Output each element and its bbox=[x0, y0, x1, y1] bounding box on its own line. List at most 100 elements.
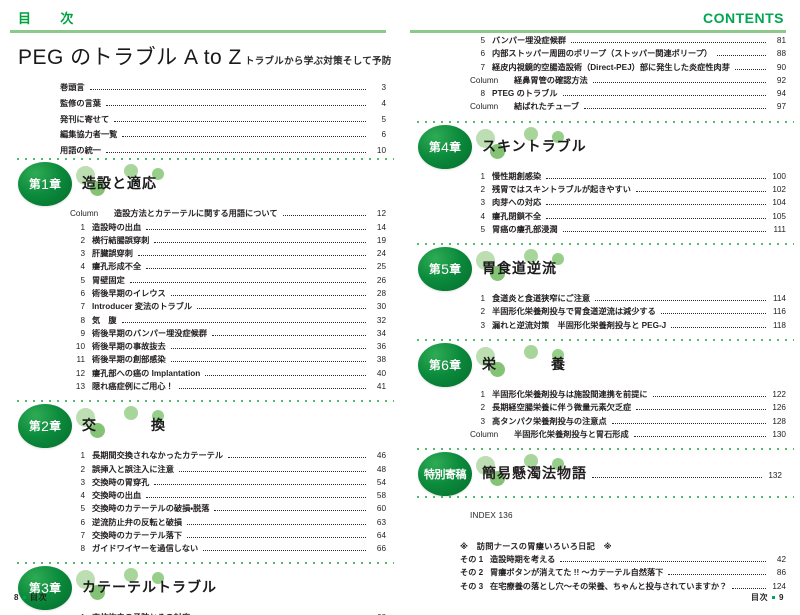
entry-page-number: 66 bbox=[376, 544, 386, 554]
entry-leader-dots bbox=[170, 294, 366, 296]
entry-label: バンパー埋没症候群 bbox=[492, 36, 567, 45]
badge-suffix: 章 bbox=[49, 421, 61, 434]
entry-leader-dots bbox=[668, 574, 766, 576]
entry-number: その 3 bbox=[460, 581, 484, 591]
right-top-entries: 5 バンパー埋没症候群 81 6 内部ストッパー周囲のポリープ（ストッパー関連ポリープ）… bbox=[410, 33, 786, 121]
chapter-block: 第 5 章胃食道逆流 1 食道炎と食道狭窄にご注意 114 2 半固形化栄養剤投与で胃食道逆流… bbox=[410, 245, 786, 339]
chapter-badge: 第2章 bbox=[18, 404, 72, 449]
entry-label: 半固形化栄養剤投与で胃食道逆流は減少する bbox=[492, 307, 656, 317]
footer-dot-icon bbox=[772, 595, 776, 599]
entry-leader-dots bbox=[178, 387, 366, 389]
entry-page-number: 60 bbox=[376, 504, 386, 514]
entry-label: PTEG のトラブル bbox=[492, 89, 558, 99]
toc-page: 目 次 PEG のトラブル A to Z トラブルから学ぶ対策そして予防 巻頭言 3… bbox=[0, 0, 800, 615]
entry-leader-dots bbox=[154, 483, 366, 485]
toc-entry-row: 監修の言葉 4 bbox=[60, 96, 386, 112]
book-title: PEG のトラブル A to Z トラブルから学ぶ対策そして予防 bbox=[10, 33, 391, 71]
badge-number: 1 bbox=[41, 176, 49, 193]
chapter-title: 栄 養 bbox=[482, 355, 574, 372]
entry-label: 造設時期を考える bbox=[490, 555, 556, 565]
entry-number: 6 bbox=[80, 288, 85, 298]
entry-leader-dots bbox=[592, 81, 766, 83]
entry-page-number: 14 bbox=[376, 222, 386, 232]
entry-number: 2 bbox=[480, 307, 485, 317]
entry-label: 誤挿入と誤注入に注意 bbox=[92, 464, 174, 474]
toc-entry-row: 6 術後早期のイレウス 28 bbox=[70, 287, 386, 300]
entry-label: 内部ストッパー周囲のポリープ（ストッパー関連ポリープ） bbox=[492, 49, 713, 59]
toc-entry-row: 3 肝臓誤穿刺 24 bbox=[70, 247, 386, 260]
entry-leader-dots bbox=[562, 95, 766, 97]
entry-number: 12 bbox=[75, 368, 85, 378]
entry-leader-dots bbox=[205, 374, 366, 376]
entry-page-number: 36 bbox=[376, 342, 386, 352]
entry-label: 造設時の出血 bbox=[92, 222, 142, 232]
badge-prefix: 第 bbox=[429, 141, 441, 154]
toc-entry-row: 11 術後早期の創部感染 38 bbox=[70, 353, 387, 366]
toc-entry-row: 2 誤挿入と誤注入に注意 48 bbox=[70, 463, 386, 476]
toc-entry-row: 3 肉芽への対応 104 bbox=[470, 196, 786, 209]
notes-entries: その 1 造設時期を考える 42 その 2 胃瘻ボタンが消えてた !! ～カテーテル自然… bbox=[460, 553, 786, 593]
badge-number: 2 bbox=[41, 418, 49, 435]
entry-page-number: 10 bbox=[376, 145, 386, 155]
entry-number: 8 bbox=[480, 89, 485, 99]
special-badge: 特別寄稿 bbox=[418, 452, 472, 497]
entry-label: 瘻孔部への癌の Implantation bbox=[92, 368, 201, 378]
entry-number: 8 bbox=[80, 544, 85, 554]
entry-leader-dots bbox=[105, 104, 366, 106]
entry-page-number: 118 bbox=[772, 320, 786, 330]
chapter-entries: 1 長期間交換されなかったカテーテル 46 2 誤挿入と誤注入に注意 48 3 交換時の胃穿孔… bbox=[10, 448, 386, 562]
entry-label: 事故抜去の予防とその対応 bbox=[92, 611, 190, 615]
contents-heading: CONTENTS bbox=[703, 10, 784, 26]
right-chapters: 第 4 章スキントラブル 1 慢性期創感染 100 2 残胃ではスキントラブルが起きやすい 10… bbox=[410, 120, 794, 448]
entry-label: 交換時のカテーテル落下 bbox=[92, 530, 183, 540]
entry-leader-dots bbox=[595, 300, 766, 302]
entry-number: 3 bbox=[480, 198, 485, 208]
entry-leader-dots bbox=[89, 89, 366, 91]
entry-number: Column bbox=[70, 209, 99, 219]
entry-label: 交換時の胃穿孔 bbox=[92, 477, 150, 487]
book-title-sub: トラブルから学ぶ対策そして予防 bbox=[244, 56, 392, 67]
entry-page-number: 64 bbox=[376, 530, 386, 540]
entry-leader-dots bbox=[178, 470, 366, 472]
entry-page-number: 32 bbox=[376, 315, 386, 325]
toc-entry-row: 7 交換時のカテーテル落下 64 bbox=[70, 529, 386, 542]
special-entry-row: 簡易懸濁法物語 132 bbox=[482, 462, 782, 485]
entry-page-number: 68 bbox=[369, 611, 386, 615]
entry-leader-dots bbox=[635, 190, 766, 192]
entry-page-number: 25 bbox=[376, 262, 386, 272]
entry-label: 気 腹 bbox=[92, 315, 117, 325]
footer-right-page: 9 bbox=[779, 593, 784, 602]
entry-leader-dots bbox=[203, 550, 366, 552]
entry-label: 術後早期のイレウス bbox=[92, 288, 166, 298]
entry-label: 残胃ではスキントラブルが起きやすい bbox=[492, 184, 631, 194]
footer-right: 目次 9 bbox=[751, 592, 784, 603]
toc-entry-row: 10 術後早期の事故抜去 36 bbox=[70, 340, 386, 353]
toc-entry-row: 発刊に寄せて 5 bbox=[60, 111, 386, 127]
entry-page-number: 42 bbox=[776, 555, 786, 565]
entry-number: その 1 bbox=[460, 555, 484, 565]
entry-page-number: 126 bbox=[772, 403, 786, 413]
entry-label: 術後早期の創部感染 bbox=[92, 355, 166, 365]
entry-page-number: 40 bbox=[376, 368, 386, 378]
entry-number: 7 bbox=[80, 530, 85, 540]
badge-suffix: 章 bbox=[49, 179, 61, 192]
entry-number: Column bbox=[470, 429, 499, 439]
entry-leader-dots bbox=[146, 228, 366, 230]
entry-page-number: 111 bbox=[773, 224, 786, 234]
chapter-header: 第 3 章カテーテルトラブル bbox=[10, 564, 386, 611]
index-line: INDEX 136 bbox=[470, 511, 513, 521]
badge-suffix: 章 bbox=[49, 583, 61, 596]
entry-page-number: 94 bbox=[776, 89, 786, 99]
toc-entry-row: 2 長期経空腸栄養に伴う微量元素欠乏症 126 bbox=[470, 401, 786, 414]
entry-leader-dots bbox=[562, 230, 766, 232]
entry-number: 1 bbox=[480, 294, 485, 304]
badge-prefix: 第 bbox=[29, 421, 41, 434]
entry-label: 高タンパク栄養剤投与の注意点 bbox=[492, 416, 607, 426]
chapter-block: 第3章カテーテルトラブル1事故抜去の予防とその対応682バルーン型カテーテルのト… bbox=[10, 564, 386, 615]
entry-leader-dots bbox=[129, 281, 366, 283]
entry-label: 用語の統一 bbox=[60, 145, 101, 155]
badge-suffix: 章 bbox=[449, 264, 461, 277]
entry-label: 半固形化栄養剤投与は施設間連携を前提に bbox=[492, 389, 648, 399]
chapter-title-wrap: 造設と適応 bbox=[76, 164, 164, 202]
toc-entry-row: 用語の統一 10 bbox=[60, 143, 386, 159]
